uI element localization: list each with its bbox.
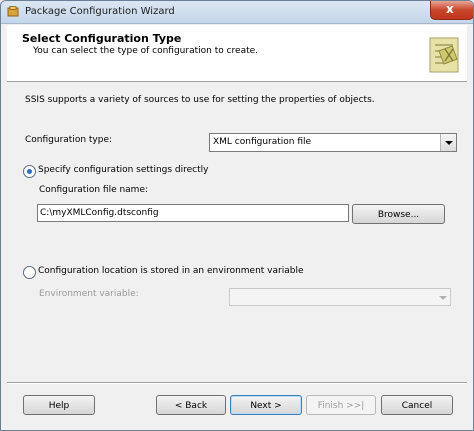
- package-app-icon: [7, 6, 19, 17]
- config-file-name-label: Configuration file name:: [39, 185, 149, 195]
- finish-button[interactable]: Finish >>|: [306, 395, 376, 415]
- close-icon: x: [446, 2, 454, 16]
- help-button[interactable]: Help: [23, 395, 95, 415]
- config-type-value: XML configuration file: [213, 137, 312, 147]
- close-button[interactable]: x: [430, 1, 473, 20]
- environment-variable-label: Environment variable:: [39, 289, 139, 299]
- chevron-down-icon[interactable]: [440, 134, 456, 151]
- next-button[interactable]: Next >: [230, 395, 302, 415]
- config-file-name-field[interactable]: [37, 204, 349, 222]
- radio-environment-variable[interactable]: [23, 266, 36, 279]
- radio-specify-directly-label[interactable]: Specify configuration settings directly: [38, 165, 208, 175]
- page-subtitle: You can select the type of configuration…: [33, 46, 259, 56]
- browse-button[interactable]: Browse...: [352, 204, 445, 224]
- config-type-label: Configuration type:: [25, 135, 113, 145]
- config-type-select[interactable]: XML configuration file: [209, 133, 457, 152]
- config-file-name-input[interactable]: [40, 207, 340, 219]
- radio-environment-variable-label[interactable]: Configuration location is stored in an e…: [38, 266, 304, 276]
- cancel-button[interactable]: Cancel: [381, 395, 453, 415]
- wizard-window: Package Configuration Wizard x Select Co…: [0, 0, 474, 431]
- back-button[interactable]: < Back: [156, 395, 226, 415]
- wizard-graphic-icon: [429, 37, 459, 73]
- wizard-header: Select Configuration Type You can select…: [7, 25, 467, 82]
- footer-divider: [7, 382, 467, 384]
- page-title: Select Configuration Type: [22, 32, 182, 45]
- chevron-down-icon: [435, 289, 450, 305]
- title-bar: Package Configuration Wizard x: [1, 1, 473, 24]
- environment-variable-select[interactable]: [229, 288, 451, 306]
- window-title: Package Configuration Wizard: [25, 6, 175, 17]
- radio-specify-directly[interactable]: [23, 165, 36, 178]
- description-text: SSIS supports a variety of sources to us…: [25, 95, 375, 105]
